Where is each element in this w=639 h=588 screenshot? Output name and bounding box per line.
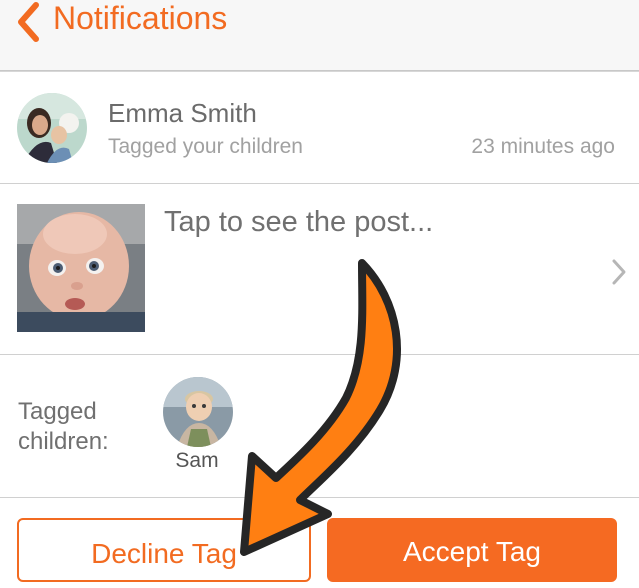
decline-tag-button[interactable]: Decline Tag xyxy=(17,518,311,582)
notification-row[interactable]: Emma Smith Tagged your children 23 minut… xyxy=(0,72,639,184)
tagged-children-section: Tagged children: Sam xyxy=(0,355,639,498)
notification-message: Tagged your children xyxy=(108,135,303,158)
see-post-link[interactable]: Tap to see the post... xyxy=(164,206,433,239)
child-avatar[interactable] xyxy=(163,377,233,447)
page-title: Notifications xyxy=(53,0,228,36)
navigation-bar: Notifications xyxy=(0,0,639,71)
timestamp: 23 minutes ago xyxy=(471,135,615,158)
post-preview-row[interactable]: Tap to see the post... xyxy=(0,184,639,355)
avatar xyxy=(17,93,87,163)
chevron-right-icon xyxy=(612,259,626,285)
sender-name: Emma Smith xyxy=(108,98,257,128)
chevron-left-icon xyxy=(18,2,39,42)
back-button[interactable] xyxy=(14,2,42,47)
child-name: Sam xyxy=(175,449,219,472)
tagged-children-label: Tagged children: xyxy=(18,398,109,455)
accept-tag-button[interactable]: Accept Tag xyxy=(327,518,617,582)
post-thumbnail xyxy=(17,204,145,332)
